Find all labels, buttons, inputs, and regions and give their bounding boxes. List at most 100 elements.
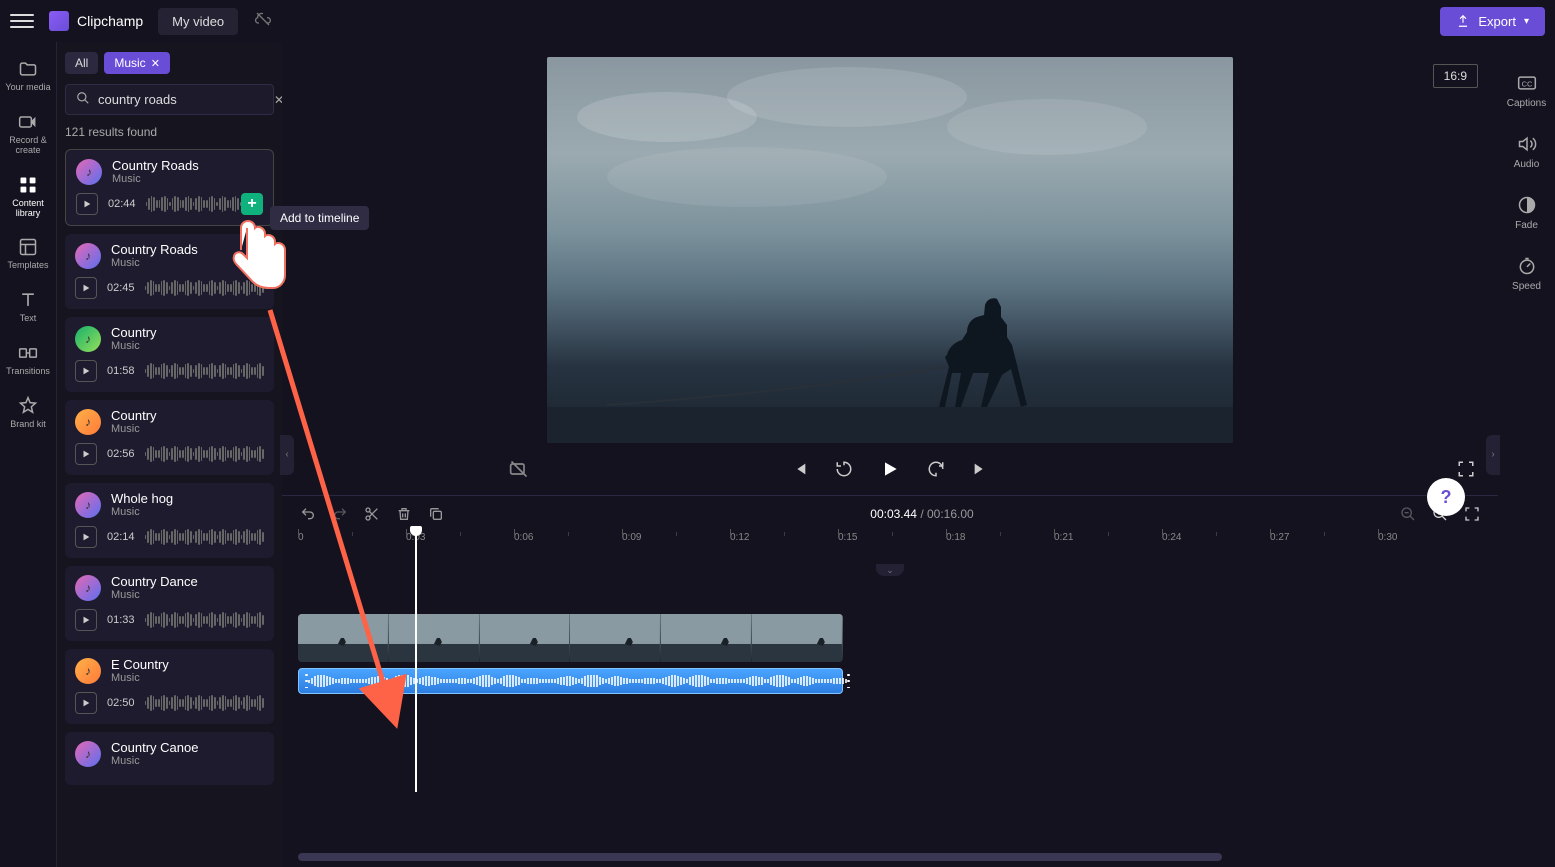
zoom-out-button[interactable]: [1398, 504, 1418, 524]
speaker-icon: [1516, 133, 1538, 155]
nav-library[interactable]: Content library: [0, 166, 56, 229]
redo-button[interactable]: [330, 504, 350, 524]
music-category: Music: [111, 506, 173, 518]
preview-play-button[interactable]: [75, 692, 97, 714]
scrollbar-thumb[interactable]: [298, 853, 1222, 861]
add-to-timeline-button[interactable]: +: [241, 193, 263, 215]
rightnav-fade[interactable]: Fade: [1498, 182, 1555, 243]
nav-brandkit[interactable]: Brand kit: [0, 387, 56, 440]
ruler-tick: 0:30: [1378, 532, 1397, 543]
preview-play-button[interactable]: [75, 360, 97, 382]
rightnav-speaker[interactable]: Audio: [1498, 121, 1555, 182]
music-title: Country Roads: [111, 242, 198, 257]
music-item[interactable]: ♪Country CanoeMusic: [65, 732, 274, 785]
music-note-icon: ♪: [75, 243, 101, 269]
music-item[interactable]: ♪Country RoadsMusic02:44+: [65, 149, 274, 226]
zoom-fit-button[interactable]: [1462, 504, 1482, 524]
cloud-off-icon[interactable]: [253, 11, 273, 32]
timeline-ruler[interactable]: 00:030:060:090:120:150:180:210:240:270:3…: [282, 532, 1498, 554]
ruler-tick: 0:15: [838, 532, 857, 543]
preview-area: 16:9: [282, 42, 1498, 443]
copy-button[interactable]: [426, 504, 446, 524]
upload-icon: [1456, 14, 1470, 28]
music-duration: 01:33: [107, 614, 135, 626]
fade-icon: [1516, 194, 1538, 216]
waveform-preview: [145, 528, 264, 546]
music-category: Music: [112, 173, 199, 185]
transitions-icon: [17, 342, 39, 364]
skip-back-button[interactable]: [788, 457, 812, 481]
music-duration: 02:50: [107, 697, 135, 709]
undo-button[interactable]: [298, 504, 318, 524]
music-item[interactable]: ♪Whole hogMusic02:14: [65, 483, 274, 558]
nav-record[interactable]: Record & create: [0, 103, 56, 166]
preview-play-button[interactable]: [75, 609, 97, 631]
preview-play-button[interactable]: [75, 277, 97, 299]
search-box[interactable]: ✕: [65, 84, 274, 115]
music-note-icon: ♪: [75, 575, 101, 601]
brand-name: Clipchamp: [77, 13, 143, 29]
waveform-preview: [145, 611, 264, 629]
timeline-tracks[interactable]: [282, 554, 1498, 867]
chip-clear-icon[interactable]: ✕: [151, 57, 160, 70]
nav-transitions[interactable]: Transitions: [0, 334, 56, 387]
music-category: Music: [111, 672, 169, 684]
export-button[interactable]: Export ▾: [1440, 7, 1545, 36]
chip-music[interactable]: Music ✕: [104, 52, 170, 74]
preview-play-button[interactable]: [75, 526, 97, 548]
nav-text[interactable]: Text: [0, 281, 56, 334]
help-button[interactable]: ?: [1427, 478, 1465, 516]
music-duration: 02:44: [108, 198, 136, 210]
timeline-toolbar: 00:03.44 / 00:16.00: [282, 496, 1498, 532]
music-title: Country: [111, 325, 157, 340]
speed-icon: [1516, 255, 1538, 277]
nav-templates[interactable]: Templates: [0, 228, 56, 281]
music-title: E Country: [111, 657, 169, 672]
music-item[interactable]: ♪E CountryMusic02:50: [65, 649, 274, 724]
ruler-tick: 0: [298, 532, 304, 543]
music-item[interactable]: ♪CountryMusic02:56: [65, 400, 274, 475]
waveform-preview: [145, 362, 264, 380]
audio-clip[interactable]: [298, 668, 843, 694]
brandkit-icon: [17, 395, 39, 417]
preview-play-button[interactable]: [75, 443, 97, 465]
timeline-scrollbar[interactable]: [298, 853, 1482, 861]
rightnav-speed[interactable]: Speed: [1498, 243, 1555, 304]
music-title: Whole hog: [111, 491, 173, 506]
fullscreen-button[interactable]: [1454, 457, 1478, 481]
delete-button[interactable]: [394, 504, 414, 524]
center-area: ‹ › ⌄ 16:9: [282, 42, 1498, 867]
clip-handle-right[interactable]: [847, 674, 850, 688]
play-button[interactable]: [876, 455, 904, 483]
project-title-button[interactable]: My video: [158, 8, 238, 35]
menu-button[interactable]: [10, 9, 34, 33]
split-button[interactable]: [362, 504, 382, 524]
collapse-preview-button[interactable]: ⌄: [876, 564, 904, 576]
music-title: Country: [111, 408, 157, 423]
logo-icon: [49, 11, 69, 31]
right-sidebar: CCCaptionsAudioFadeSpeed: [1498, 42, 1555, 867]
video-preview[interactable]: [547, 57, 1233, 443]
search-clear-icon[interactable]: ✕: [274, 93, 282, 107]
chip-all[interactable]: All: [65, 52, 98, 74]
search-input[interactable]: [98, 92, 274, 107]
aspect-ratio-button[interactable]: 16:9: [1433, 64, 1478, 88]
music-item[interactable]: ♪Country DanceMusic01:33: [65, 566, 274, 641]
music-note-icon: ♪: [75, 326, 101, 352]
nav-folder[interactable]: Your media: [0, 50, 56, 103]
brand-logo[interactable]: Clipchamp: [49, 11, 143, 31]
music-item[interactable]: ♪CountryMusic01:58: [65, 317, 274, 392]
playhead[interactable]: [415, 532, 417, 792]
rewind-button[interactable]: [832, 457, 856, 481]
music-note-icon: ♪: [75, 492, 101, 518]
video-clip[interactable]: [298, 614, 843, 662]
music-note-icon: ♪: [75, 409, 101, 435]
disable-preview-icon[interactable]: [507, 457, 531, 481]
skip-forward-button[interactable]: [968, 457, 992, 481]
ruler-tick: 0:21: [1054, 532, 1073, 543]
templates-icon: [17, 236, 39, 258]
rightnav-cc[interactable]: CCCaptions: [1498, 60, 1555, 121]
preview-play-button[interactable]: [76, 193, 98, 215]
ruler-tick: 0:12: [730, 532, 749, 543]
forward-button[interactable]: [924, 457, 948, 481]
